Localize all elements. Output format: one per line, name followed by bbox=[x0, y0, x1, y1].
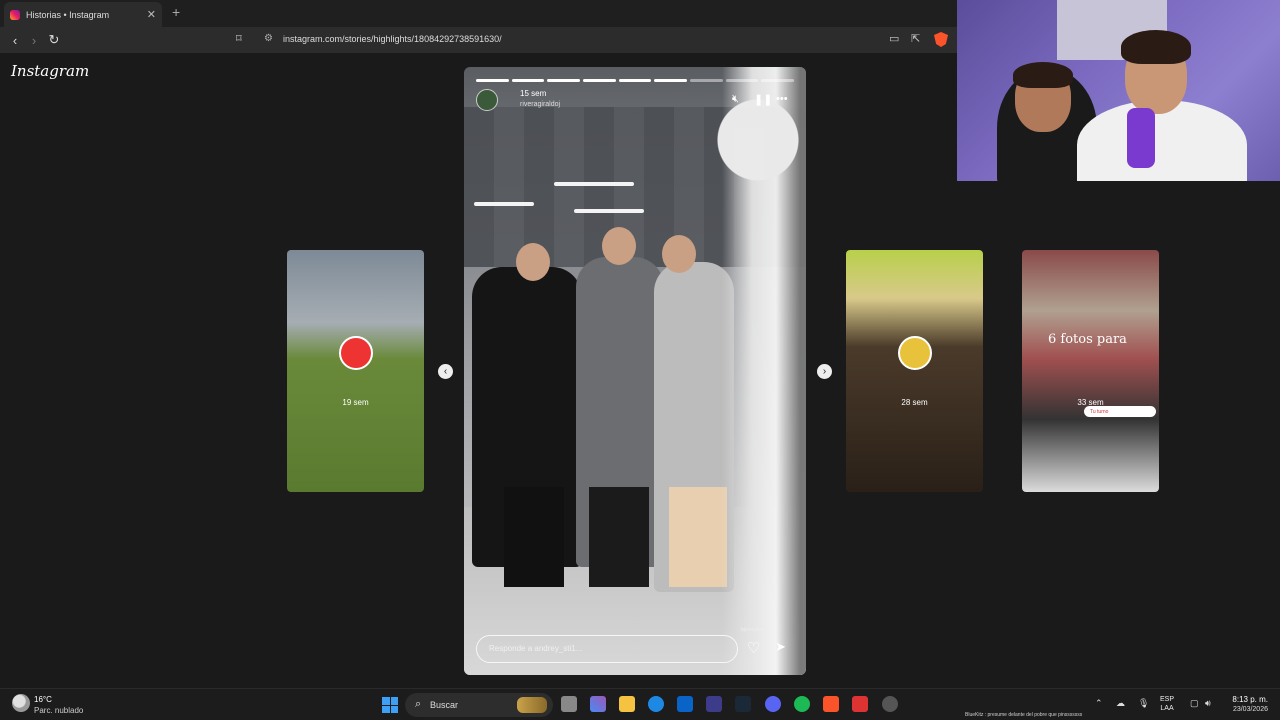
send-icon[interactable]: ➤ bbox=[775, 639, 786, 655]
search-icon: ⌕ bbox=[415, 698, 422, 710]
search-label: Buscar bbox=[430, 700, 459, 710]
taskbar-search[interactable]: ⌕ Buscar bbox=[405, 693, 553, 717]
previous-story-arrow-icon[interactable]: ‹ bbox=[438, 364, 453, 379]
volume-icon[interactable]: 🔊︎ bbox=[1205, 698, 1211, 709]
story-sticker: Tu turno bbox=[1084, 406, 1156, 417]
windows-taskbar: 16°C Parc. nublado ⌕ Buscar BlueKitz : p… bbox=[0, 688, 1280, 720]
progress-segment bbox=[761, 79, 795, 82]
story-avatar bbox=[898, 336, 932, 370]
clock-time[interactable]: 8:13 p. m. bbox=[1222, 695, 1268, 704]
ceiling-light bbox=[474, 202, 534, 206]
head bbox=[602, 227, 636, 265]
screen: Historias • Instagram ✕ + ‹ › ↻ ⌑ ⚙ inst… bbox=[0, 0, 1280, 720]
story-username[interactable]: riveragiraldoj bbox=[520, 101, 560, 108]
store-icon[interactable] bbox=[706, 696, 722, 712]
forward-arrow-icon[interactable]: › bbox=[25, 31, 43, 49]
copilot-icon[interactable] bbox=[590, 696, 606, 712]
progress-segment bbox=[725, 79, 759, 82]
network-tray-icon[interactable]: ☁ bbox=[1116, 698, 1125, 709]
story-author-avatar[interactable] bbox=[476, 89, 498, 111]
next-story-card[interactable]: 28 sem bbox=[846, 250, 983, 492]
bookmark-icon[interactable]: ⌑ bbox=[236, 32, 242, 45]
steam-icon[interactable] bbox=[735, 696, 751, 712]
hair bbox=[1121, 30, 1191, 64]
current-story[interactable]: 15 sem riveragiraldoj 🔇︎ ❚❚ ••• bjcrnn.i… bbox=[464, 67, 806, 675]
weather-description[interactable]: Parc. nublado bbox=[34, 706, 83, 715]
display-tray-icon[interactable]: ▢ bbox=[1190, 698, 1199, 709]
chat-ticker: BlueKitz : presume delante del pobre que… bbox=[965, 712, 1083, 718]
progress-segment bbox=[690, 79, 723, 82]
address-bar[interactable]: instagram.com/stories/highlights/1808429… bbox=[283, 34, 502, 44]
tab-title: Historias • Instagram bbox=[26, 9, 110, 20]
story-time: 15 sem bbox=[520, 89, 547, 98]
task-view-icon[interactable] bbox=[561, 696, 577, 712]
story-overlay-text: 6 fotos para bbox=[1048, 332, 1127, 347]
reply-input[interactable]: Responde a andrey_sti1... bbox=[476, 635, 738, 663]
spotify-icon[interactable] bbox=[794, 696, 810, 712]
instagram-logo[interactable]: Instagram bbox=[11, 62, 89, 80]
discord-icon[interactable] bbox=[765, 696, 781, 712]
more-options-icon[interactable]: ••• bbox=[776, 93, 788, 105]
progress-segment bbox=[476, 79, 509, 82]
like-heart-icon[interactable]: ♡ bbox=[747, 639, 760, 657]
mute-icon[interactable]: 🔇︎ bbox=[732, 93, 739, 106]
site-settings-icon[interactable]: ⚙ bbox=[264, 33, 273, 44]
hair bbox=[1013, 62, 1073, 88]
story-time: 19 sem bbox=[342, 398, 369, 407]
share-icon[interactable]: ⇱ bbox=[911, 32, 920, 45]
next-story-arrow-icon[interactable]: › bbox=[817, 364, 832, 379]
legs bbox=[589, 487, 649, 587]
obs-icon[interactable] bbox=[882, 696, 898, 712]
progress-segment bbox=[654, 79, 688, 82]
mention-sticker: bjcrnn.itzel bbox=[741, 627, 765, 633]
app-icon[interactable] bbox=[852, 696, 868, 712]
ceiling-light bbox=[554, 182, 634, 186]
clock-date[interactable]: 23/03/2026 bbox=[1222, 706, 1268, 713]
edge-icon[interactable] bbox=[648, 696, 664, 712]
webcam-overlay bbox=[957, 0, 1280, 181]
legs bbox=[504, 487, 564, 587]
new-tab-button[interactable]: + bbox=[172, 4, 180, 20]
browser-tab[interactable]: Historias • Instagram ✕ bbox=[4, 2, 162, 27]
ceiling-light bbox=[574, 209, 644, 213]
weather-temperature[interactable]: 16°C bbox=[34, 695, 52, 704]
story-progress-bar bbox=[476, 79, 795, 82]
brave-taskbar-icon[interactable] bbox=[823, 696, 839, 712]
pause-icon[interactable]: ❚❚ bbox=[754, 93, 772, 106]
language-indicator[interactable]: ESP LAA bbox=[1160, 695, 1174, 713]
instagram-favicon-icon bbox=[10, 9, 20, 20]
back-arrow-icon[interactable]: ‹ bbox=[6, 31, 24, 49]
progress-segment bbox=[618, 79, 652, 82]
progress-segment bbox=[511, 79, 545, 82]
head bbox=[516, 243, 550, 281]
file-explorer-icon[interactable] bbox=[619, 696, 635, 712]
search-highlight-icon bbox=[517, 697, 547, 713]
reload-icon[interactable]: ↻ bbox=[45, 31, 63, 49]
microphone bbox=[1127, 108, 1155, 168]
keyboard-layout: LAA bbox=[1160, 705, 1174, 712]
windows-start-icon[interactable] bbox=[382, 697, 398, 713]
mic-tray-icon[interactable]: 🎙︎ bbox=[1138, 698, 1149, 709]
tab-close-icon[interactable]: ✕ bbox=[147, 8, 156, 21]
language-code: ESP bbox=[1160, 696, 1175, 703]
christmas-decoration bbox=[686, 67, 806, 675]
story-avatar bbox=[339, 336, 373, 370]
previous-story-card[interactable]: 19 sem bbox=[287, 250, 424, 492]
show-hidden-icons-icon[interactable]: ⌃ bbox=[1095, 698, 1103, 709]
reader-mode-icon[interactable]: ▭ bbox=[889, 32, 899, 45]
outlook-icon[interactable] bbox=[677, 696, 693, 712]
next-story-card[interactable]: 6 fotos para 33 sem Tu turno bbox=[1022, 250, 1159, 492]
progress-segment bbox=[547, 79, 581, 82]
progress-segment bbox=[583, 79, 616, 82]
weather-cloud-icon[interactable] bbox=[12, 694, 30, 712]
story-time: 28 sem bbox=[901, 398, 928, 407]
